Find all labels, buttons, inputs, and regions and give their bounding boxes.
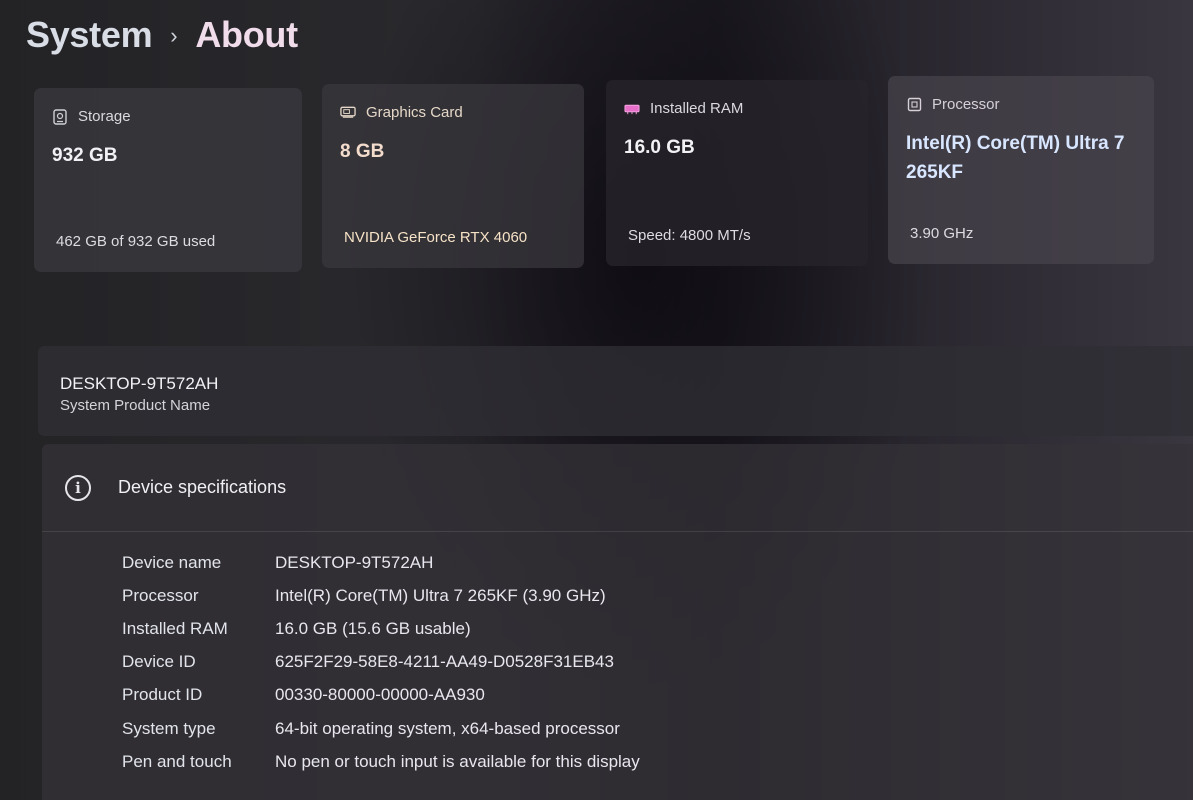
device-caption: System Product Name bbox=[60, 397, 211, 414]
storage-label: Storage bbox=[78, 108, 131, 125]
device-specifications-header[interactable]: i Device specifications bbox=[42, 444, 1193, 532]
spec-value: 64-bit operating system, x64-based proce… bbox=[275, 718, 620, 738]
installed-ram-value: 16.0 GB bbox=[624, 137, 695, 158]
storage-icon bbox=[52, 108, 68, 125]
spec-key: Processor bbox=[122, 585, 199, 605]
ram-speed: Speed: 4800 MT/s bbox=[628, 227, 751, 244]
spec-row-processor: Processor Intel(R) Core(TM) Ultra 7 265K… bbox=[122, 579, 640, 612]
spec-value: 00330-80000-00000-AA930 bbox=[275, 685, 485, 705]
spec-value: 625F2F29-58E8-4211-AA49-D0528F31EB43 bbox=[275, 652, 614, 672]
storage-value: 932 GB bbox=[52, 145, 118, 166]
page-title: About bbox=[195, 14, 298, 55]
spec-value: No pen or touch input is available for t… bbox=[275, 751, 640, 771]
spec-key: Pen and touch bbox=[122, 751, 232, 771]
device-name: DESKTOP-9T572AH bbox=[60, 374, 219, 393]
processor-label: Processor bbox=[932, 96, 1000, 113]
processor-speed: 3.90 GHz bbox=[910, 225, 974, 242]
spec-value: Intel(R) Core(TM) Ultra 7 265KF (3.90 GH… bbox=[275, 585, 606, 605]
installed-ram-card[interactable]: Installed RAM 16.0 GB Speed: 4800 MT/s bbox=[606, 80, 868, 266]
graphics-card-model: NVIDIA GeForce RTX 4060 bbox=[344, 229, 528, 246]
storage-card[interactable]: Storage 932 GB 462 GB of 932 GB used bbox=[34, 88, 302, 272]
spec-row-device-name: Device name DESKTOP-9T572AH bbox=[122, 546, 640, 579]
spec-key: Device ID bbox=[122, 652, 196, 672]
device-name-panel: DESKTOP-9T572AH System Product Name bbox=[38, 346, 1193, 436]
processor-value: Intel(R) Core(TM) Ultra 7 265KF bbox=[906, 133, 1125, 183]
graphics-card-value: 8 GB bbox=[340, 141, 385, 162]
chevron-right-icon: › bbox=[170, 23, 178, 48]
spec-value: DESKTOP-9T572AH bbox=[275, 552, 434, 572]
spec-row-product-id: Product ID 00330-80000-00000-AA930 bbox=[122, 679, 640, 712]
installed-ram-label: Installed RAM bbox=[650, 100, 744, 117]
spec-list: Device name DESKTOP-9T572AH Processor In… bbox=[122, 546, 640, 778]
spec-value: 16.0 GB (15.6 GB usable) bbox=[275, 618, 471, 638]
graphics-card-card[interactable]: Graphics Card 8 GB NVIDIA GeForce RTX 40… bbox=[322, 84, 584, 268]
spec-row-device-id: Device ID 625F2F29-58E8-4211-AA49-D0528F… bbox=[122, 646, 640, 679]
storage-usage: 462 GB of 932 GB used bbox=[56, 233, 216, 250]
spec-row-installed-ram: Installed RAM 16.0 GB (15.6 GB usable) bbox=[122, 612, 640, 645]
spec-key: Device name bbox=[122, 552, 222, 572]
graphics-card-icon bbox=[340, 106, 356, 120]
graphics-card-label: Graphics Card bbox=[366, 104, 463, 121]
spec-key: System type bbox=[122, 718, 216, 738]
spec-row-pen-and-touch: Pen and touch No pen or touch input is a… bbox=[122, 745, 640, 778]
info-icon: i bbox=[65, 474, 91, 501]
processor-icon bbox=[906, 97, 922, 112]
settings-about-page: System › About Storage 932 GB 462 GB of … bbox=[0, 0, 1193, 800]
spec-row-system-type: System type 64-bit operating system, x64… bbox=[122, 712, 640, 745]
breadcrumb: System › About bbox=[26, 14, 298, 56]
spec-key: Installed RAM bbox=[122, 618, 228, 638]
device-specifications-panel: i Device specifications Device name DESK… bbox=[42, 444, 1193, 800]
processor-card[interactable]: Processor Intel(R) Core(TM) Ultra 7 265K… bbox=[888, 76, 1154, 264]
device-specifications-title: Device specifications bbox=[118, 477, 287, 497]
spec-key: Product ID bbox=[122, 685, 203, 705]
ram-icon bbox=[624, 102, 640, 116]
breadcrumb-system[interactable]: System bbox=[26, 14, 153, 56]
